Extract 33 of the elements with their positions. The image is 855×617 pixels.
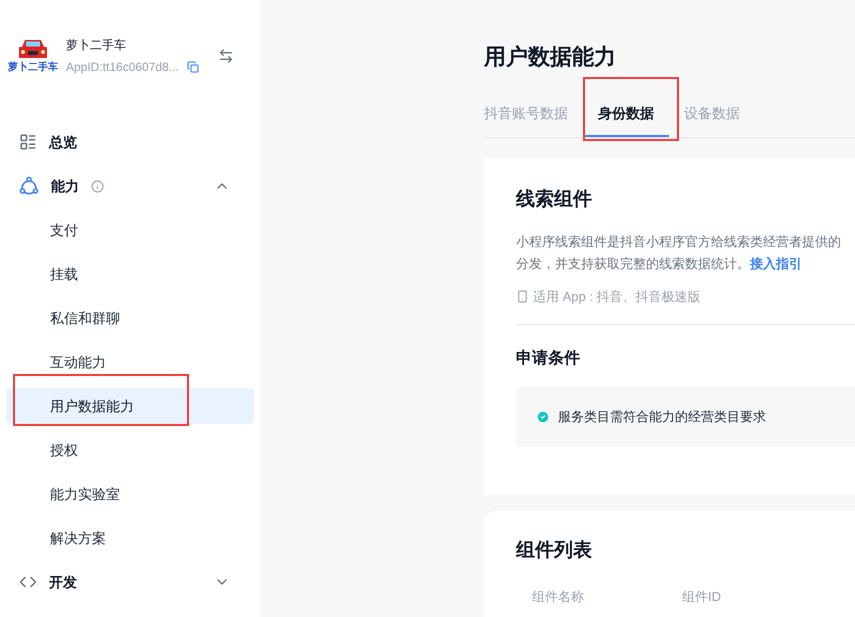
nav-item[interactable]: 开发 <box>0 560 260 604</box>
nav-subitem[interactable]: 私信和群聊 <box>6 300 254 336</box>
description-line: 小程序线索组件是抖音小程序官方给线索类经营者提供的 <box>516 232 841 250</box>
phone-icon <box>516 290 529 303</box>
nav-item[interactable]: 总览 <box>0 120 260 164</box>
nav-subitem[interactable]: 授权 <box>6 432 254 468</box>
nav-item[interactable]: 能力 <box>0 164 260 208</box>
nav-subitem[interactable]: 支付 <box>6 212 254 248</box>
nav-subitem[interactable]: 解决方案 <box>6 520 254 556</box>
nav-subitem[interactable]: 互动能力 <box>6 344 254 380</box>
page-title: 用户数据能力 <box>484 43 617 71</box>
nav-subitem[interactable]: 能力实验室 <box>6 476 254 512</box>
nodes-icon <box>19 176 39 196</box>
column-header: 组件ID <box>682 588 722 606</box>
app-name: 萝卜二手车 <box>66 37 127 54</box>
condition-text: 服务类目需符合能力的经营类目要求 <box>558 408 766 426</box>
card-title: 线索组件 <box>516 188 593 212</box>
column-header: 组件名称 <box>532 588 585 606</box>
logo-text: 萝卜二手车 <box>8 62 58 74</box>
copy-icon[interactable] <box>186 61 199 73</box>
guide-link[interactable]: 接入指引 <box>750 252 802 274</box>
nav-subitem[interactable]: 用户数据能力 <box>6 388 254 424</box>
applicable-apps: 适用 App : 抖音、抖音极速版 <box>533 288 701 306</box>
switch-icon[interactable] <box>218 48 234 64</box>
check-icon <box>536 410 550 424</box>
card-title: 组件列表 <box>516 538 593 562</box>
description-line: 分发，并支持获取完整的线索数据统计。 <box>516 254 750 272</box>
tab[interactable]: 身份数据 <box>583 91 669 137</box>
info-icon[interactable] <box>91 180 104 192</box>
app-id: AppID:tt16c0607d8... <box>66 59 179 76</box>
overview-icon <box>19 133 37 151</box>
nav-subitem[interactable]: 挂载 <box>6 256 254 292</box>
section-title: 申请条件 <box>516 348 581 369</box>
